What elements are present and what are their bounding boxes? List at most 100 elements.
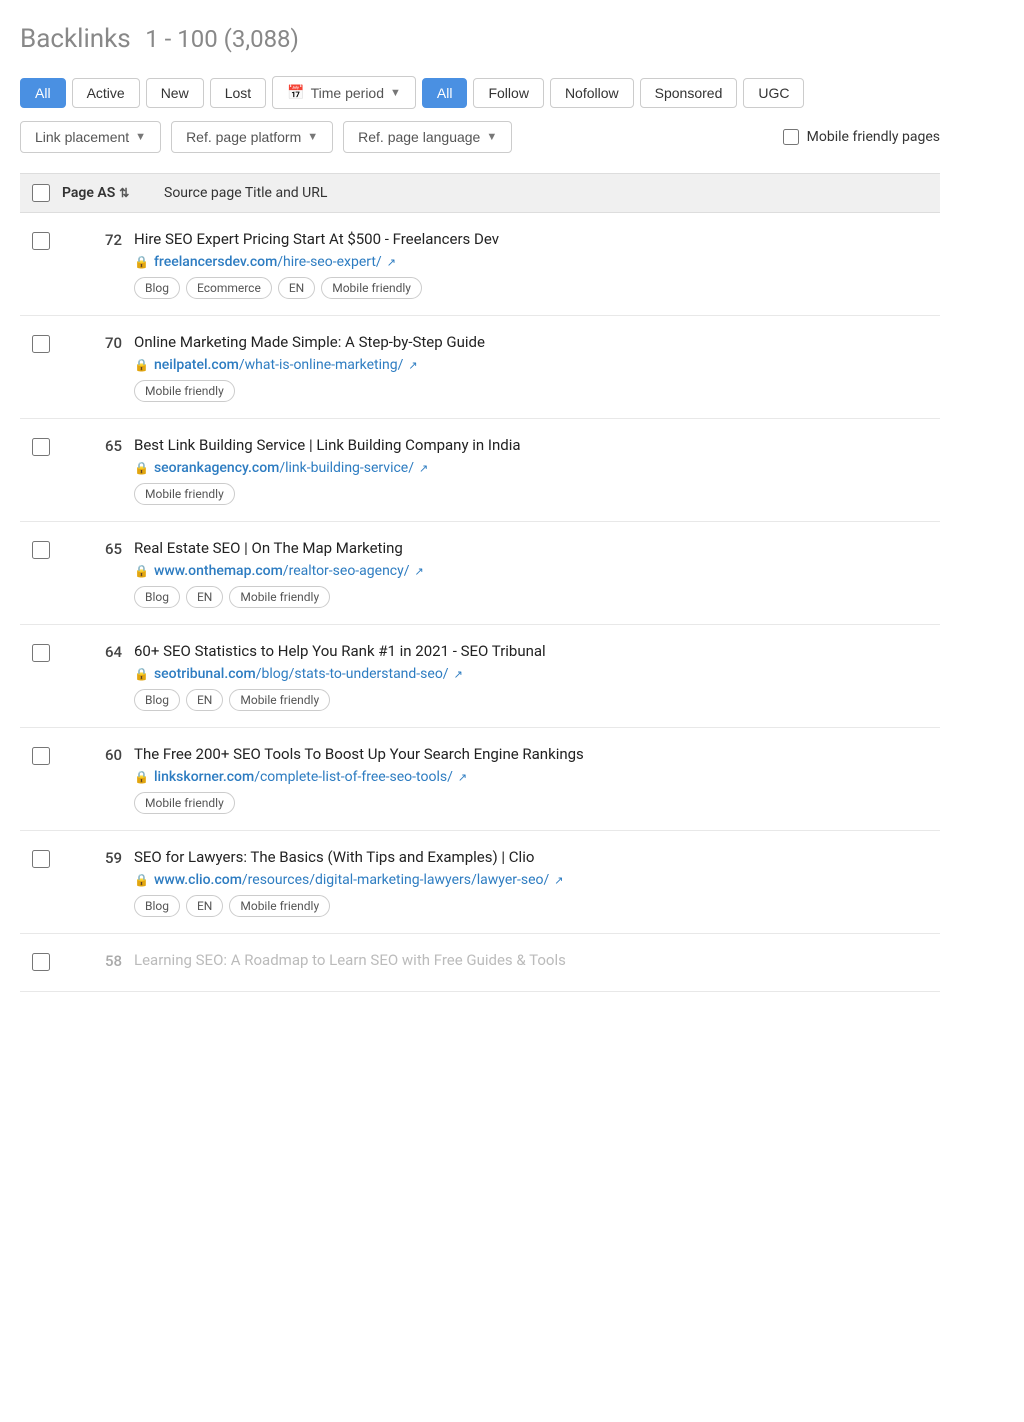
filter-new-status[interactable]: New [146,78,204,108]
external-link-icon: ↗ [458,771,467,784]
row-url: 🔒 freelancersdev.com/hire-seo-expert/ ↗ [134,254,928,270]
row-url-link[interactable]: seotribunal.com/blog/stats-to-understand… [154,666,449,682]
external-link-icon: ↗ [415,565,424,578]
tag: Blog [134,277,180,299]
filter-active-status[interactable]: Active [72,78,140,108]
external-link-icon: ↗ [408,359,417,372]
tag: Mobile friendly [134,792,235,814]
lock-icon: 🔒 [134,770,149,784]
row-tags: Mobile friendly [134,792,928,814]
row-score: 58 [62,952,122,970]
mobile-friendly-checkbox[interactable] [783,129,799,145]
calendar-icon: 📅 [287,84,304,101]
filter-all-status[interactable]: All [20,78,66,108]
row-score: 65 [62,437,122,455]
row-url-link[interactable]: www.clio.com/resources/digital-marketing… [154,872,549,888]
row-content: Learning SEO: A Roadmap to Learn SEO wit… [134,950,928,975]
lock-icon: 🔒 [134,358,149,372]
row-url-link[interactable]: neilpatel.com/what-is-online-marketing/ [154,357,403,373]
chevron-down-icon: ▼ [390,87,401,99]
select-all-checkbox[interactable] [32,184,50,202]
row-tags: Blog EN Mobile friendly [134,895,928,917]
table-row: 65 Best Link Building Service | Link Bui… [20,419,940,522]
ref-page-platform-dropdown[interactable]: Ref. page platform ▼ [171,121,333,153]
chevron-down-icon-3: ▼ [307,131,318,143]
row-checkbox[interactable] [32,747,50,765]
row-checkbox[interactable] [32,953,50,971]
row-tags: Mobile friendly [134,483,928,505]
filter-lost-status[interactable]: Lost [210,78,266,108]
row-checkbox[interactable] [32,335,50,353]
row-tags: Blog EN Mobile friendly [134,689,928,711]
tag: EN [278,277,315,299]
time-period-dropdown[interactable]: 📅 Time period ▼ [272,76,416,109]
row-score: 70 [62,334,122,352]
table-header: Page AS ⇅ Source page Title and URL [20,173,940,213]
lock-icon: 🔒 [134,461,149,475]
chevron-down-icon-2: ▼ [135,131,146,143]
link-placement-dropdown[interactable]: Link placement ▼ [20,121,161,153]
row-url-link[interactable]: www.onthemap.com/realtor-seo-agency/ [154,563,410,579]
table-row: 72 Hire SEO Expert Pricing Start At $500… [20,213,940,316]
filter-sponsored-type[interactable]: Sponsored [640,78,738,108]
row-tags: BlogEcommerceENMobile friendly [134,277,928,299]
external-link-icon: ↗ [454,668,463,681]
lock-icon: 🔒 [134,564,149,578]
tag: Mobile friendly [229,895,330,917]
tag: Mobile friendly [229,689,330,711]
tag: Blog [134,895,180,917]
filter-nofollow-type[interactable]: Nofollow [550,78,634,108]
table-row: 58 Learning SEO: A Roadmap to Learn SEO … [20,934,940,992]
header-page-as[interactable]: Page AS ⇅ [62,185,152,201]
row-title: Learning SEO: A Roadmap to Learn SEO wit… [134,950,928,971]
tag: Blog [134,689,180,711]
row-url-link[interactable]: freelancersdev.com/hire-seo-expert/ [154,254,382,270]
mobile-friendly-filter[interactable]: Mobile friendly pages [783,129,940,145]
external-link-icon: ↗ [554,874,563,887]
row-content: Best Link Building Service | Link Buildi… [134,435,928,505]
header-source-title: Source page Title and URL [164,185,928,201]
row-content: The Free 200+ SEO Tools To Boost Up Your… [134,744,928,814]
chevron-down-icon-4: ▼ [486,131,497,143]
row-title: Best Link Building Service | Link Buildi… [134,435,928,456]
row-url: 🔒 www.clio.com/resources/digital-marketi… [134,872,928,888]
tag: Mobile friendly [134,483,235,505]
row-url: 🔒 seotribunal.com/blog/stats-to-understa… [134,666,928,682]
tag: Blog [134,586,180,608]
filter-ugc-type[interactable]: UGC [743,78,804,108]
row-title: Real Estate SEO | On The Map Marketing [134,538,928,559]
lock-icon: 🔒 [134,667,149,681]
row-score: 60 [62,746,122,764]
row-url: 🔒 www.onthemap.com/realtor-seo-agency/ ↗ [134,563,928,579]
row-content: Online Marketing Made Simple: A Step-by-… [134,332,928,402]
row-checkbox[interactable] [32,644,50,662]
filter-all-type[interactable]: All [422,78,468,108]
filter-row-1: All Active New Lost 📅 Time period ▼ All … [20,76,940,109]
lock-icon: 🔒 [134,873,149,887]
row-url-link[interactable]: seorankagency.com/link-building-service/ [154,460,414,476]
row-url-link[interactable]: linkskorner.com/complete-list-of-free-se… [154,769,453,785]
tag: Mobile friendly [134,380,235,402]
row-title: The Free 200+ SEO Tools To Boost Up Your… [134,744,928,765]
row-title: Online Marketing Made Simple: A Step-by-… [134,332,928,353]
row-checkbox[interactable] [32,438,50,456]
row-title: Hire SEO Expert Pricing Start At $500 - … [134,229,928,250]
row-tags: Mobile friendly [134,380,928,402]
tag: EN [186,895,223,917]
tag: Mobile friendly [321,277,422,299]
row-content: Hire SEO Expert Pricing Start At $500 - … [134,229,928,299]
tag: EN [186,689,223,711]
row-url: 🔒 seorankagency.com/link-building-servic… [134,460,928,476]
filter-follow-type[interactable]: Follow [473,78,543,108]
row-checkbox[interactable] [32,850,50,868]
filter-row-2: Link placement ▼ Ref. page platform ▼ Re… [20,121,940,153]
row-title: SEO for Lawyers: The Basics (With Tips a… [134,847,928,868]
ref-page-language-dropdown[interactable]: Ref. page language ▼ [343,121,512,153]
row-score: 65 [62,540,122,558]
tag: EN [186,586,223,608]
table-row: 64 60+ SEO Statistics to Help You Rank #… [20,625,940,728]
table-row: 65 Real Estate SEO | On The Map Marketin… [20,522,940,625]
lock-icon: 🔒 [134,255,149,269]
row-checkbox[interactable] [32,541,50,559]
row-checkbox[interactable] [32,232,50,250]
